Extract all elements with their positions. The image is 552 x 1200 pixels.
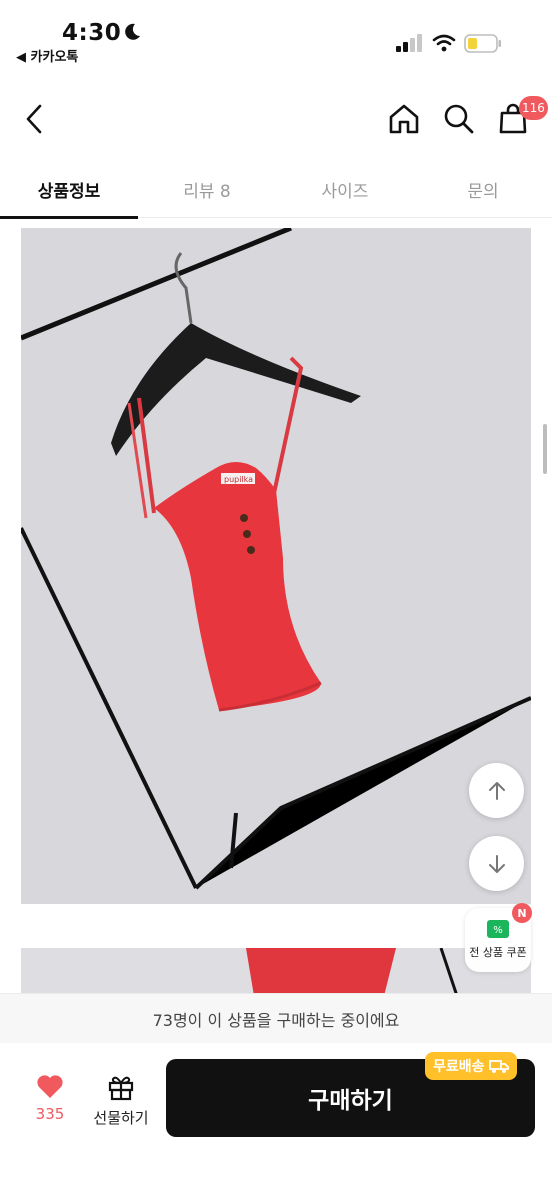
product-tag-text: pupilka — [224, 475, 253, 484]
coupon-icon: % — [487, 920, 509, 938]
scrollbar[interactable] — [543, 424, 547, 474]
back-to-app-link[interactable]: ◀ 카카오톡 — [16, 46, 78, 65]
chevron-left-icon — [26, 104, 42, 134]
tab-inquiry[interactable]: 문의 — [414, 160, 552, 218]
status-bar: 4:30 ◀ 카카오톡 — [0, 0, 552, 72]
truck-icon — [488, 1060, 509, 1073]
heart-icon — [37, 1075, 63, 1098]
tab-reviews[interactable]: 리뷰 8 — [138, 160, 276, 218]
purchase-notice: 73명이 이 상품을 구매하는 중이에요 — [0, 993, 552, 1043]
search-button[interactable] — [437, 88, 481, 150]
svg-text:%: % — [493, 925, 503, 936]
product-photo-illustration: pupilka — [21, 228, 531, 904]
gift-button[interactable]: 선물하기 — [88, 1073, 154, 1133]
like-count: 335 — [35, 1105, 65, 1123]
coupon-label: 전 상품 쿠폰 — [469, 946, 527, 959]
arrow-up-icon — [488, 781, 505, 800]
gift-label: 선물하기 — [93, 1109, 149, 1127]
signal-icon — [396, 34, 422, 52]
coupon-new-badge: N — [512, 903, 532, 923]
tab-product-info[interactable]: 상품정보 — [0, 160, 138, 219]
scroll-down-button[interactable] — [469, 836, 524, 891]
home-icon — [389, 104, 419, 134]
like-button[interactable]: 335 — [22, 1073, 78, 1133]
wifi-icon — [432, 34, 456, 52]
top-navigation — [0, 88, 552, 150]
battery-icon — [464, 34, 501, 53]
status-time: 4:30 — [62, 20, 122, 46]
arrow-down-icon — [488, 854, 505, 873]
free-shipping-label: 무료배송 — [433, 1059, 485, 1075]
tab-size[interactable]: 사이즈 — [276, 160, 414, 218]
cart-count-badge: 116 — [519, 96, 548, 120]
gift-icon — [108, 1076, 134, 1101]
product-image: pupilka — [21, 228, 531, 904]
free-shipping-badge: 무료배송 — [425, 1052, 517, 1080]
moon-icon — [125, 23, 140, 40]
home-button[interactable] — [382, 88, 426, 150]
back-button[interactable] — [12, 88, 56, 150]
search-icon — [444, 104, 474, 134]
scroll-up-button[interactable] — [469, 763, 524, 818]
product-tabs: 상품정보 리뷰 8 사이즈 문의 — [0, 160, 552, 219]
